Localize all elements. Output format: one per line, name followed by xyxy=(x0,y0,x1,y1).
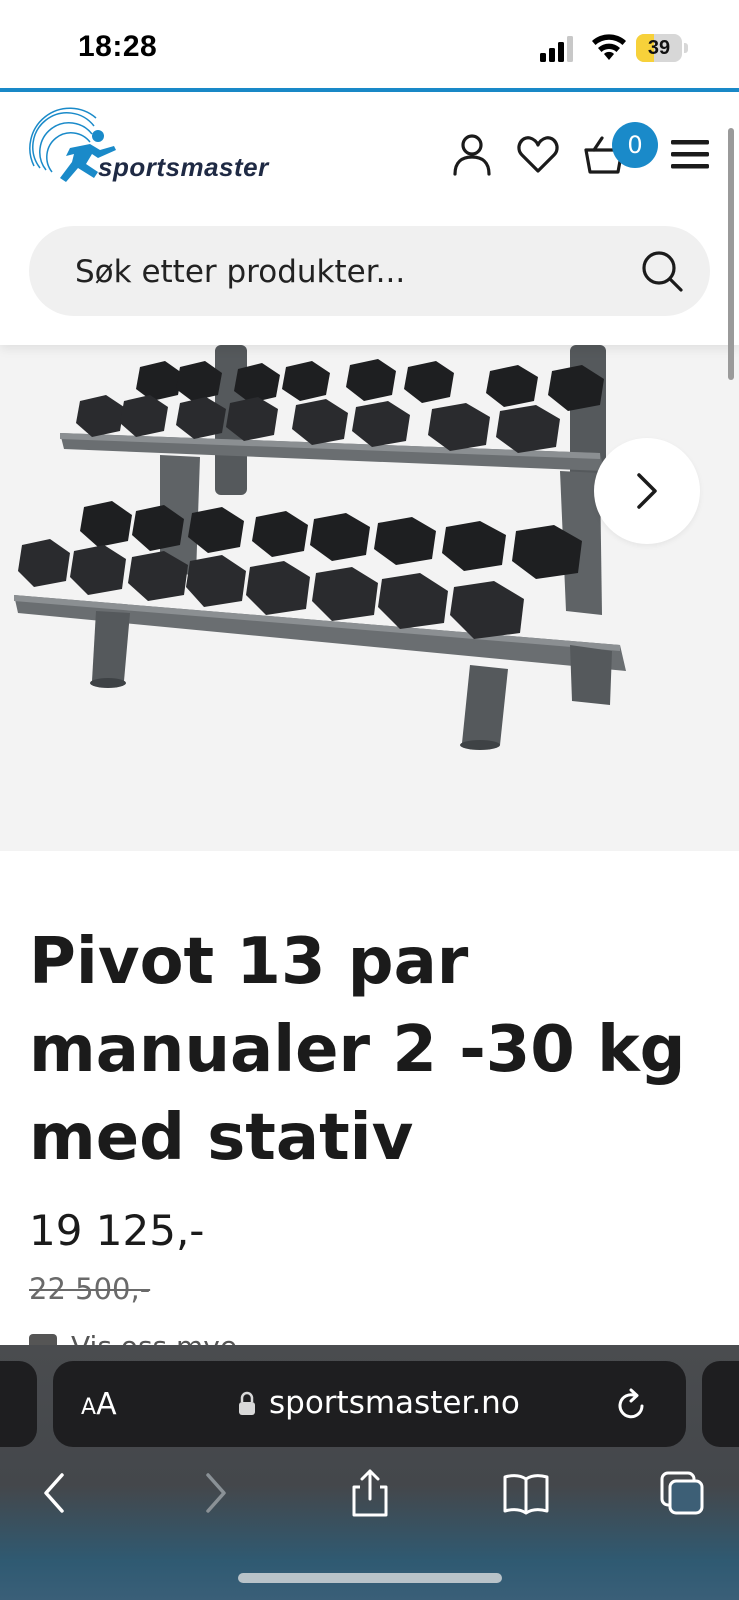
product-image[interactable] xyxy=(0,345,739,851)
previous-tab-preview[interactable] xyxy=(0,1361,37,1447)
dumbbell-rack-image xyxy=(14,345,626,750)
home-indicator xyxy=(238,1573,502,1583)
image-next-button[interactable] xyxy=(594,438,700,544)
tabs-icon[interactable] xyxy=(658,1469,706,1517)
wifi-icon xyxy=(592,34,626,60)
page-scrollbar[interactable] xyxy=(728,128,734,380)
chevron-right-icon xyxy=(637,473,657,509)
browser-toolbar: AA sportsmaster.no xyxy=(0,1345,739,1600)
battery-level: 39 xyxy=(647,37,671,59)
battery-icon: 39 xyxy=(636,34,688,62)
option-label: Vis oss mye... xyxy=(71,1330,264,1346)
user-icon[interactable] xyxy=(450,132,494,176)
share-icon[interactable] xyxy=(346,1469,394,1517)
forward-icon[interactable] xyxy=(190,1469,238,1517)
text-size-button[interactable]: AA xyxy=(81,1387,117,1422)
product-price: 19 125,- xyxy=(29,1206,205,1255)
search-input[interactable]: Søk etter produkter... xyxy=(29,226,710,316)
site-header: sportsmaster 0 Søk etter produkter... xyxy=(0,92,739,345)
cart-count-badge[interactable]: 0 xyxy=(612,122,658,168)
lock-icon xyxy=(239,1391,255,1415)
status-bar: 18:28 39 xyxy=(0,0,739,90)
search-icon[interactable] xyxy=(639,248,685,294)
product-title: Pivot 13 par manualer 2 -30 kg med stati… xyxy=(29,925,686,1175)
product-old-price: 22 500,- xyxy=(29,1272,151,1306)
next-tab-preview[interactable] xyxy=(702,1361,739,1447)
search-placeholder: Søk etter produkter... xyxy=(75,254,406,290)
cellular-signal-icon xyxy=(540,36,573,62)
heart-icon[interactable] xyxy=(516,132,560,176)
bookmarks-icon[interactable] xyxy=(502,1469,550,1517)
back-icon[interactable] xyxy=(32,1469,80,1517)
address-bar[interactable]: AA sportsmaster.no xyxy=(53,1361,686,1447)
status-time: 18:28 xyxy=(78,30,158,63)
menu-icon[interactable] xyxy=(669,132,713,176)
logo-text: sportsmaster xyxy=(98,152,269,182)
partially-visible-option[interactable]: Vis oss mye... xyxy=(29,1330,269,1346)
sportsmaster-logo[interactable]: sportsmaster xyxy=(26,106,306,196)
reload-icon[interactable] xyxy=(613,1387,649,1423)
url-text: sportsmaster.no xyxy=(269,1385,520,1421)
